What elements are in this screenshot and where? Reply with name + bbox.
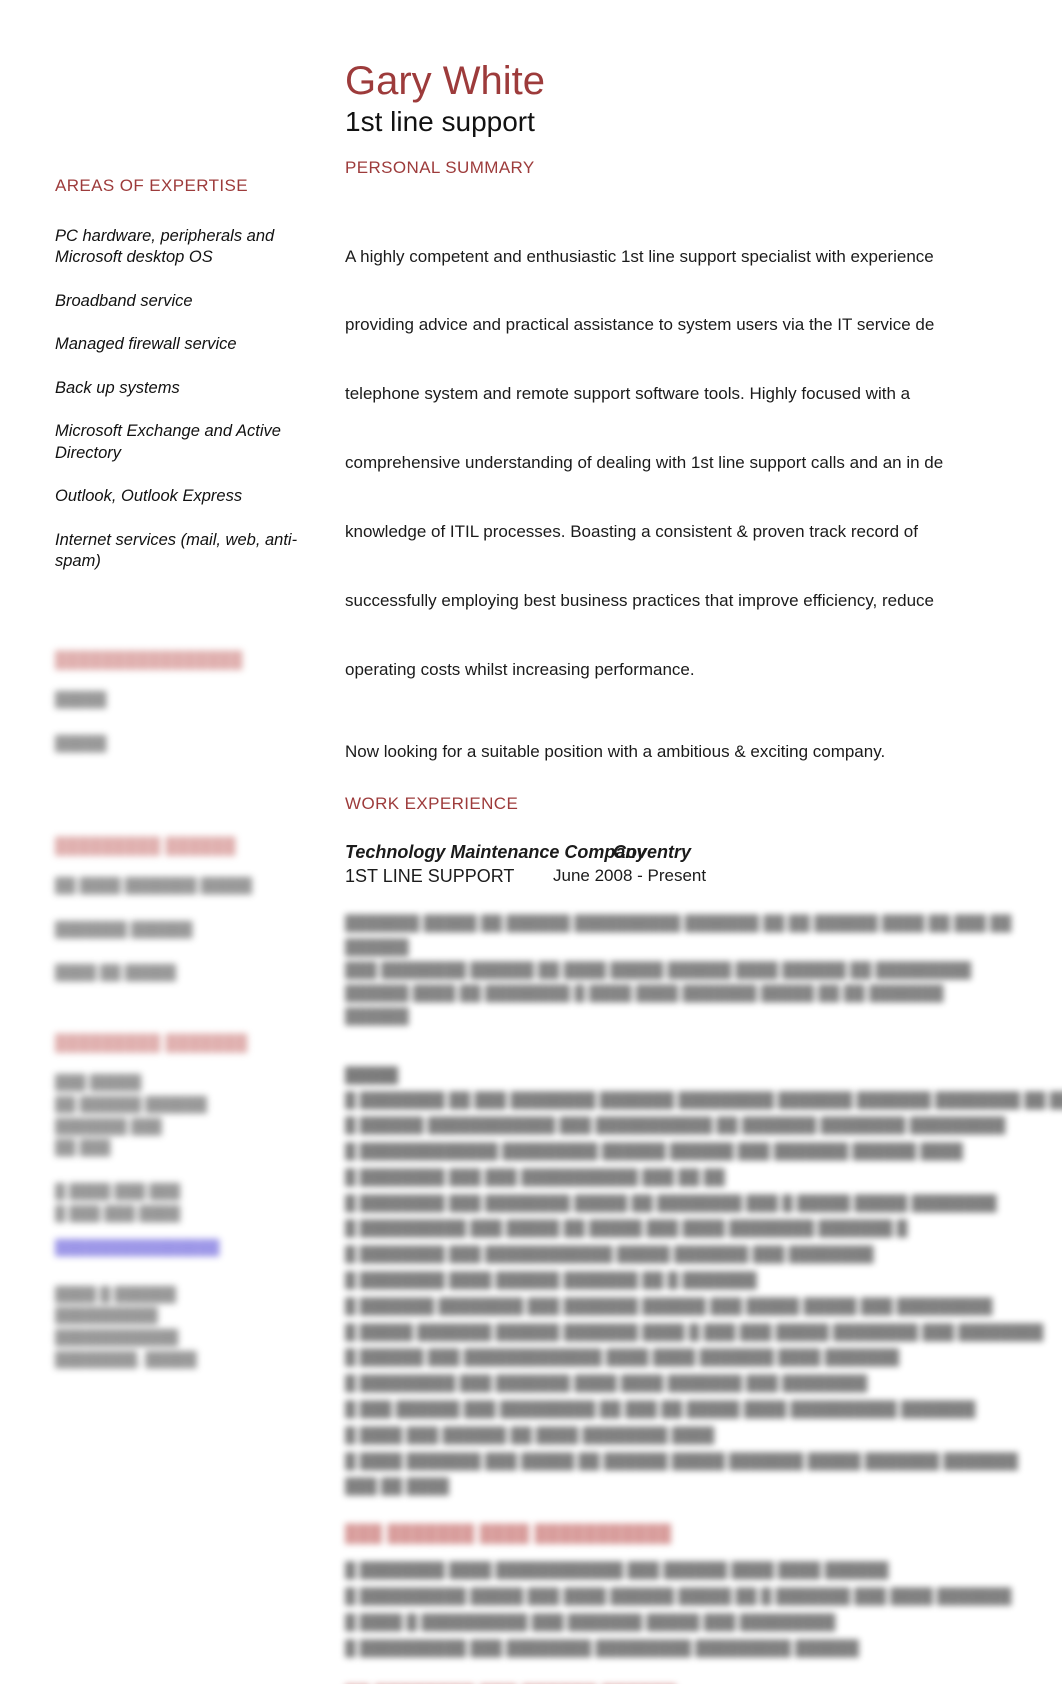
redacted-sidebar-line: █████ [55, 692, 107, 709]
redacted-list-item: ███ ██ ████ [345, 1478, 449, 1496]
job-company-name: Technology Maintenance Company [345, 842, 647, 863]
redacted-text-block: ███████ █████ ██ ██████ ██████████ █████… [345, 912, 1045, 1028]
redacted-sidebar-line: ███ █████ [55, 1075, 142, 1092]
closing-statement: Now looking for a suitable position with… [345, 742, 886, 762]
job-dates: June 2008 - Present [553, 866, 707, 886]
redacted-sidebar-line: █████ [55, 736, 107, 753]
redacted-line: ███ ████████ ██████ ██ ████ █████ ██████… [345, 961, 972, 979]
redacted-list-item: █ ████████ ████ ████████████ ███ ██████ … [345, 1562, 889, 1580]
redacted-sidebar-line: ██ ███ [55, 1140, 111, 1157]
redacted-address-line: ██████████ [55, 1308, 158, 1325]
section-heading-work-experience: WORK EXPERIENCE [345, 794, 519, 814]
redacted-phone-line: █ ███ ███ ████ [55, 1205, 181, 1222]
job-title-heading: 1st line support [345, 106, 535, 138]
cv-page: Gary White 1st line support PERSONAL SUM… [0, 0, 1062, 1684]
expertise-item: PC hardware, peripherals and Microsoft d… [55, 227, 275, 267]
redacted-phone-line: █ ████ ███ ███ [55, 1184, 181, 1201]
sidebar: AREAS OF EXPERTISE PC hardware, peripher… [55, 176, 305, 1372]
expertise-item: Internet services (mail, web, anti-spam) [55, 530, 298, 570]
expertise-item: Managed firewall service [55, 335, 237, 354]
expertise-item: Broadband service [55, 291, 193, 310]
expertise-item: Microsoft Exchange and Active Directory [55, 422, 281, 462]
redacted-section-heading: ███ ███████ ████ ███████████ [345, 1524, 672, 1544]
redacted-list-item: █ █████████████ █████████ ██████ ██████ … [345, 1143, 963, 1161]
redacted-sidebar-section: █████████ ██████ ██ ████ ███████ █████ █… [55, 838, 305, 985]
redacted-address-line: ████ █ ██████ [55, 1286, 177, 1303]
main-column: Gary White 1st line support PERSONAL SUM… [345, 59, 1062, 1684]
redacted-list-item: █ ████████ ████ ██████ ███████ ██ █ ████… [345, 1272, 757, 1290]
redacted-duties-section: █████ █ ████████ ██ ███ ████████ ███████… [345, 1066, 1062, 1500]
expertise-item: Back up systems [55, 378, 180, 397]
job-entry: Technology Maintenance Company Coventry … [345, 842, 1045, 890]
redacted-sidebar-line: ██ ████ ███████ █████ [55, 877, 253, 894]
redacted-list-item: █ ██████████ ███ ████████ █████████ ████… [345, 1639, 859, 1657]
summary-line: knowledge of ITIL processes. Boasting a … [345, 521, 918, 541]
redacted-job-intro: ███████ █████ ██ ██████ ██████████ █████… [345, 912, 1045, 1028]
job-location: Coventry [613, 842, 692, 863]
job-role-title: 1ST LINE SUPPORT [345, 866, 515, 887]
page-title: Gary White [345, 59, 546, 103]
redacted-list-item: █ █████████ ███ ███████ ████ ████ ██████… [345, 1375, 868, 1393]
redacted-sidebar-section: ████████████████ █████ █████ [55, 652, 305, 756]
redacted-list-item: █ ███████ ████████ ███ ███████ ██████ ██… [345, 1297, 993, 1315]
redacted-sidebar-heading: ████████████████ [55, 652, 243, 670]
summary-line: operating costs whilst increasing perfor… [345, 659, 695, 679]
redacted-list-item: █ ████████ ██ ███ ████████ ███████ █████… [345, 1091, 1062, 1109]
redacted-address-line: ████████, █████ [55, 1351, 197, 1368]
sidebar-heading-expertise: AREAS OF EXPERTISE [55, 176, 248, 195]
redacted-list-item: █ ██████ ███ █████████████ ████ ████ ███… [345, 1349, 900, 1367]
summary-line: providing advice and practical assistanc… [345, 315, 935, 335]
section-heading-personal-summary: PERSONAL SUMMARY [345, 157, 535, 177]
redacted-contact-section: █████████ ███████ ███ █████ ██ ██████ ██… [55, 1035, 305, 1372]
redacted-sidebar-line: ██ ██████ ██████ [55, 1096, 207, 1113]
redacted-sidebar-line: ████ ██ █████ [55, 965, 177, 982]
summary-line: telephone system and remote support soft… [345, 384, 911, 404]
redacted-line: ███████ █████ ██ ██████ ██████████ █████… [345, 915, 1012, 956]
expertise-item: Outlook, Outlook Express [55, 487, 243, 506]
redacted-section-two: ███ ███████ ████ ███████████ █ ████████ … [345, 1524, 1045, 1660]
summary-line: A highly competent and enthusiastic 1st … [345, 246, 934, 266]
redacted-line: ██████ ████ ██ ████████ █ ████ ████ ████… [345, 985, 944, 1002]
summary-line: successfully employing best business pra… [345, 590, 934, 610]
redacted-line: ██████ [345, 1008, 409, 1026]
redacted-list-item: █ ██████ ████████████ ███ ███████████ ██… [345, 1117, 1006, 1135]
redacted-list-item: █ ████████ ███ ████████ █████ ██ ███████… [345, 1194, 997, 1212]
redacted-email-link[interactable]: ████████████████ [55, 1240, 305, 1256]
redacted-sidebar-heading: █████████ ██████ [55, 837, 236, 855]
redacted-list-item: █ ████████ ███ ███ ███████████ ███ ██ ██ [345, 1168, 725, 1186]
redacted-list-item: █ ████ ███ ██████ ██ ████ ████████ ████ [345, 1426, 715, 1444]
redacted-sidebar-heading: █████████ ███████ [55, 1035, 248, 1053]
redacted-address-line: ████████████ [55, 1330, 179, 1347]
redacted-list-item: █ ████████ ███ ████████████ █████ ██████… [345, 1246, 874, 1264]
summary-line: comprehensive understanding of dealing w… [345, 453, 944, 473]
redacted-subheading: █████ [345, 1066, 399, 1084]
redacted-sidebar-line: ███████ ███ [55, 1118, 162, 1135]
redacted-list-item: █ ██████████ █████ ███ ████ ██████ █████… [345, 1588, 1012, 1606]
personal-summary-text: A highly competent and enthusiastic 1st … [345, 200, 1045, 728]
redacted-list-item: █ ██████████ ███ █████ ██ █████ ███ ████… [345, 1220, 908, 1238]
redacted-list-item: █ █████ ███████ ██████ ███████ ████ █ ██… [345, 1323, 1044, 1341]
redacted-list-item: █ ████ ███████ ███ █████ ██ ██████ █████… [345, 1452, 1018, 1470]
redacted-list-item: █ ███ ██████ ███ █████████ ██ ███ ██ ███… [345, 1401, 976, 1419]
redacted-sidebar-line: ███████ ██████ [55, 921, 193, 938]
redacted-list-item: █ ████ █ ██████████ ███ ███████ █████ ██… [345, 1613, 836, 1631]
